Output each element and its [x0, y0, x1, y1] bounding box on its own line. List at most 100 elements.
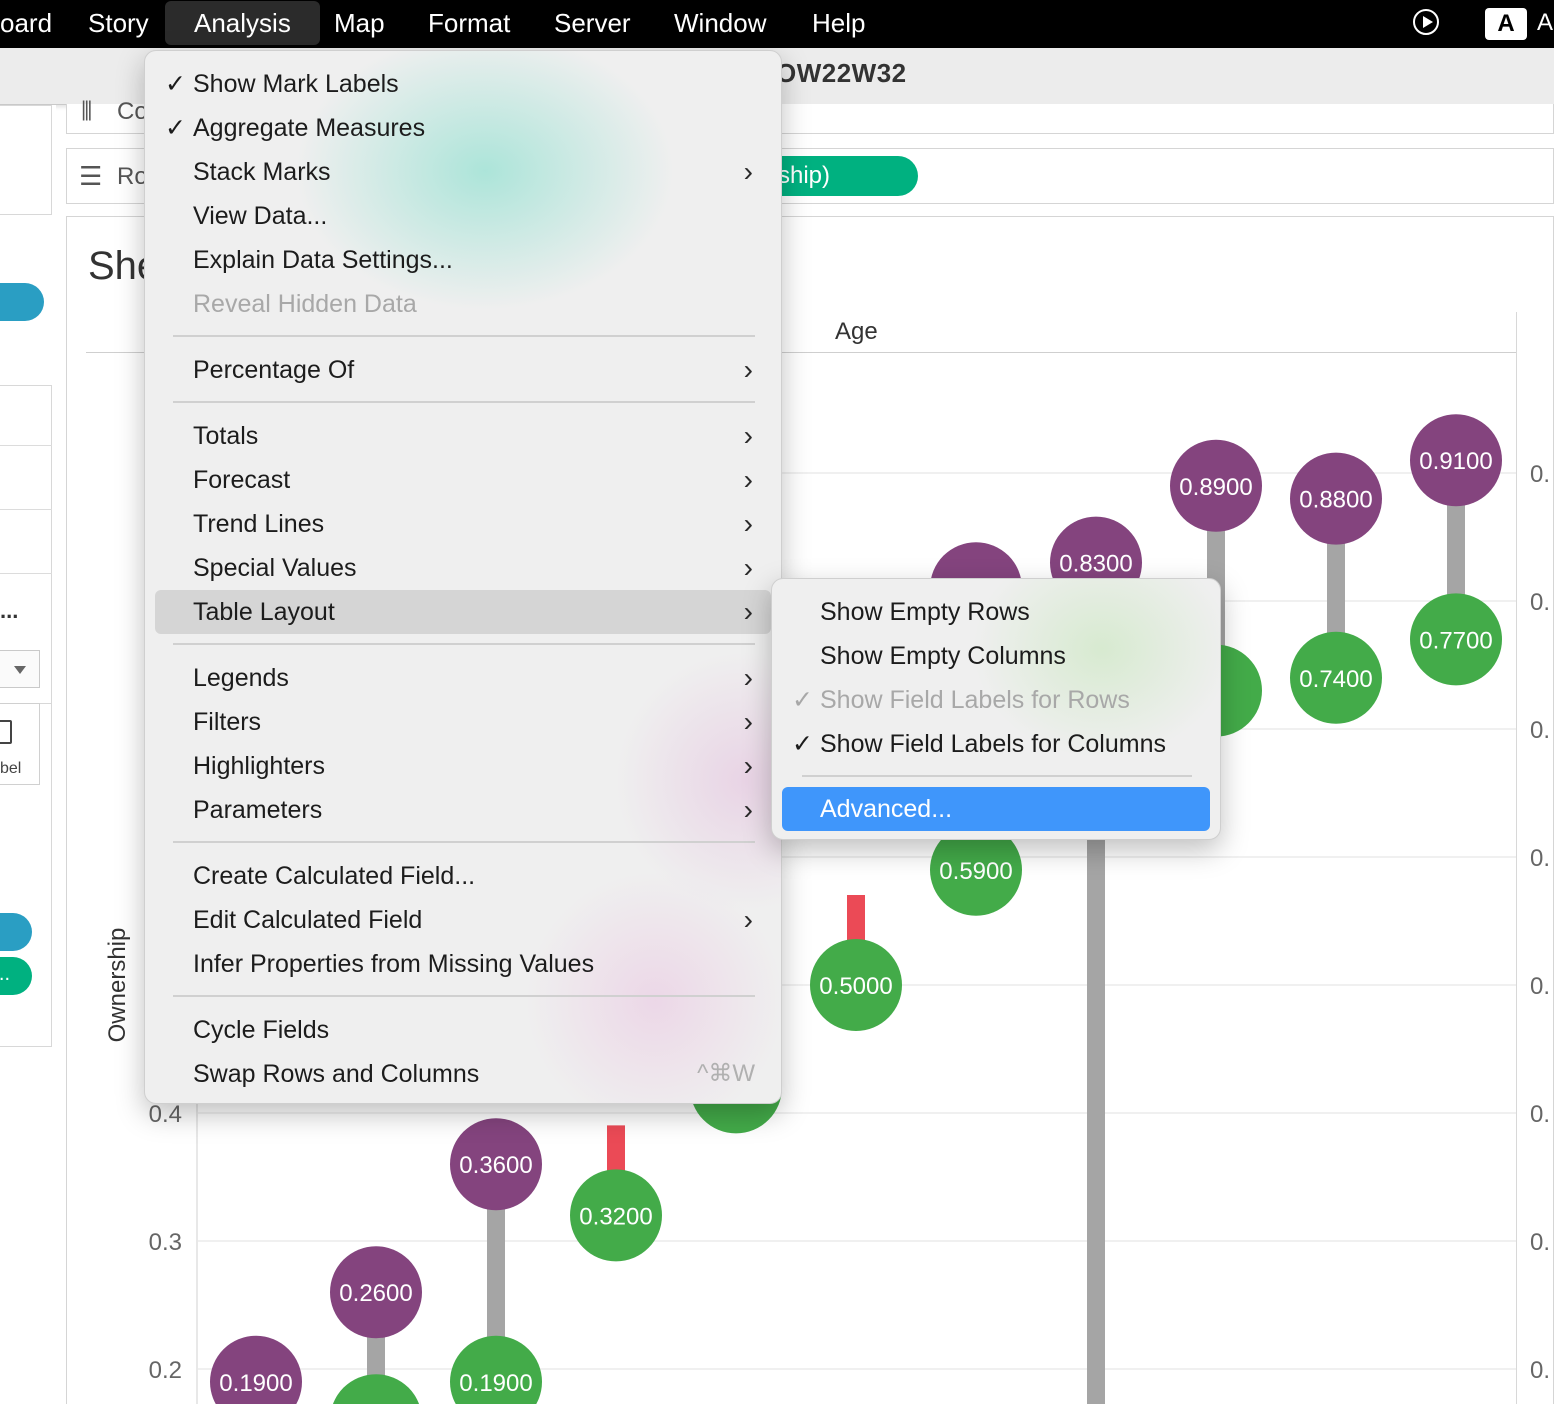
- chevron-right-icon: ›: [743, 706, 753, 737]
- menu-item-label: Legends: [193, 664, 289, 692]
- menu-item-label: Show Field Labels for Columns: [820, 730, 1166, 758]
- chevron-right-icon: ›: [743, 596, 753, 627]
- y-tick-label-right: 0.: [1530, 1357, 1550, 1384]
- menu-item-label: Special Values: [193, 554, 357, 582]
- analysis-menu: ✓ Show Mark Labels ✓ Aggregate Measures …: [144, 50, 782, 1104]
- chevron-right-icon: ›: [743, 508, 753, 539]
- menu-item-label: Reveal Hidden Data: [193, 290, 417, 318]
- menu-item-totals[interactable]: Totals ›: [155, 414, 771, 458]
- menu-item-edit-calculated-field[interactable]: Edit Calculated Field ›: [155, 898, 771, 942]
- y-tick-label-right: 0.: [1530, 1229, 1550, 1256]
- purple-mark-label: 0.3600: [459, 1152, 532, 1179]
- menu-item-create-calculated-field[interactable]: Create Calculated Field...: [155, 854, 771, 898]
- chevron-right-icon: ›: [743, 552, 753, 583]
- submenu-item-show-empty-rows[interactable]: Show Empty Rows: [782, 590, 1210, 634]
- menu-item-label: Show Field Labels for Rows: [820, 686, 1130, 714]
- chevron-right-icon: ›: [743, 464, 753, 495]
- menu-separator: [173, 335, 755, 337]
- menu-item-infer-properties[interactable]: Infer Properties from Missing Values: [155, 942, 771, 986]
- green-mark-label: 0.5900: [939, 858, 1012, 885]
- menu-item-reveal-hidden-data: Reveal Hidden Data: [155, 282, 771, 326]
- chevron-right-icon: ›: [743, 420, 753, 451]
- green-mark-label: 0.7400: [1299, 666, 1372, 693]
- menu-item-special-values[interactable]: Special Values ›: [155, 546, 771, 590]
- green-mark: [332, 1374, 420, 1404]
- menu-item-label: Trend Lines: [193, 510, 325, 538]
- y-tick-label-right: 0.: [1530, 461, 1550, 488]
- menu-item-swap-rows-and-columns[interactable]: Swap Rows and Columns ^⌘W: [155, 1052, 771, 1096]
- menu-item-label: Cycle Fields: [193, 1016, 330, 1044]
- chevron-right-icon: ›: [743, 794, 753, 825]
- menu-item-label: Stack Marks: [193, 158, 331, 186]
- menu-separator: [173, 841, 755, 843]
- menu-item-label: Highlighters: [193, 752, 326, 780]
- menu-item-label: Create Calculated Field...: [193, 862, 476, 890]
- menu-item-label: Explain Data Settings...: [193, 246, 453, 274]
- y-tick-label-right: 0.: [1530, 1101, 1550, 1128]
- menu-separator: [173, 995, 755, 997]
- menu-item-label: Swap Rows and Columns: [193, 1060, 480, 1088]
- purple-mark-label: 0.9100: [1419, 448, 1492, 475]
- green-mark-label: 0.3200: [579, 1203, 652, 1230]
- chevron-right-icon: ›: [743, 904, 753, 935]
- y-tick-label: 0.4: [149, 1101, 182, 1128]
- menu-item-aggregate-measures[interactable]: ✓ Aggregate Measures: [155, 106, 771, 150]
- y-tick-label-right: 0.: [1530, 973, 1550, 1000]
- menu-item-label: Advanced...: [820, 795, 953, 823]
- chevron-right-icon: ›: [743, 662, 753, 693]
- green-mark-label: 0.5000: [819, 973, 892, 1000]
- menu-item-label: Edit Calculated Field: [193, 906, 423, 934]
- purple-mark-label: 0.8800: [1299, 487, 1372, 514]
- y-tick-label-right: 0.: [1530, 717, 1550, 744]
- menu-item-forecast[interactable]: Forecast ›: [155, 458, 771, 502]
- menu-item-label: Filters: [193, 708, 262, 736]
- y-tick-label: 0.3: [149, 1229, 182, 1256]
- menu-item-parameters[interactable]: Parameters ›: [155, 788, 771, 832]
- checkmark-icon: ✓: [165, 70, 186, 98]
- menu-item-highlighters[interactable]: Highlighters ›: [155, 744, 771, 788]
- purple-mark-label: 0.2600: [339, 1280, 412, 1307]
- checkmark-icon: ✓: [165, 114, 186, 142]
- menu-item-label: Show Empty Columns: [820, 642, 1066, 670]
- green-mark-label: 0.1900: [459, 1370, 532, 1397]
- table-layout-submenu: Show Empty Rows Show Empty Columns ✓ Sho…: [771, 578, 1221, 840]
- keyboard-shortcut: ^⌘W: [697, 1060, 755, 1087]
- menu-item-label: Show Mark Labels: [193, 70, 399, 98]
- menu-separator: [802, 775, 1192, 777]
- green-mark-label: 0.7700: [1419, 627, 1492, 654]
- menu-item-explain-data-settings[interactable]: Explain Data Settings...: [155, 238, 771, 282]
- menu-item-stack-marks[interactable]: Stack Marks ›: [155, 150, 771, 194]
- menu-item-label: Parameters: [193, 796, 323, 824]
- menu-item-label: Aggregate Measures: [193, 114, 426, 142]
- chevron-right-icon: ›: [743, 354, 753, 385]
- menu-item-label: Table Layout: [193, 598, 335, 626]
- chevron-right-icon: ›: [743, 750, 753, 781]
- checkmark-icon: ✓: [792, 686, 813, 714]
- checkmark-icon: ✓: [792, 730, 813, 758]
- menu-separator: [173, 401, 755, 403]
- menu-item-legends[interactable]: Legends ›: [155, 656, 771, 700]
- menu-item-filters[interactable]: Filters ›: [155, 700, 771, 744]
- submenu-item-show-field-labels-columns[interactable]: ✓ Show Field Labels for Columns: [782, 722, 1210, 766]
- purple-mark-label: 0.1900: [219, 1370, 292, 1397]
- menu-separator: [173, 643, 755, 645]
- menu-item-table-layout[interactable]: Table Layout ›: [155, 590, 771, 634]
- menu-item-show-mark-labels[interactable]: ✓ Show Mark Labels: [155, 62, 771, 106]
- menu-item-label: View Data...: [193, 202, 328, 230]
- y-tick-label: 0.2: [149, 1357, 182, 1384]
- submenu-item-show-empty-columns[interactable]: Show Empty Columns: [782, 634, 1210, 678]
- menu-item-trend-lines[interactable]: Trend Lines ›: [155, 502, 771, 546]
- purple-mark-label: 0.8300: [1059, 551, 1132, 578]
- chevron-right-icon: ›: [743, 156, 753, 187]
- menu-item-label: Totals: [193, 422, 259, 450]
- y-tick-label-right: 0.: [1530, 589, 1550, 616]
- purple-mark-label: 0.8900: [1179, 474, 1252, 501]
- y-tick-label-right: 0.: [1530, 845, 1550, 872]
- menu-item-cycle-fields[interactable]: Cycle Fields: [155, 1008, 771, 1052]
- submenu-item-advanced[interactable]: Advanced...: [782, 787, 1210, 831]
- menu-item-view-data[interactable]: View Data...: [155, 194, 771, 238]
- menu-item-label: Forecast: [193, 466, 291, 494]
- menu-item-label: Percentage Of: [193, 356, 355, 384]
- menu-item-percentage-of[interactable]: Percentage Of ›: [155, 348, 771, 392]
- submenu-item-show-field-labels-rows: ✓ Show Field Labels for Rows: [782, 678, 1210, 722]
